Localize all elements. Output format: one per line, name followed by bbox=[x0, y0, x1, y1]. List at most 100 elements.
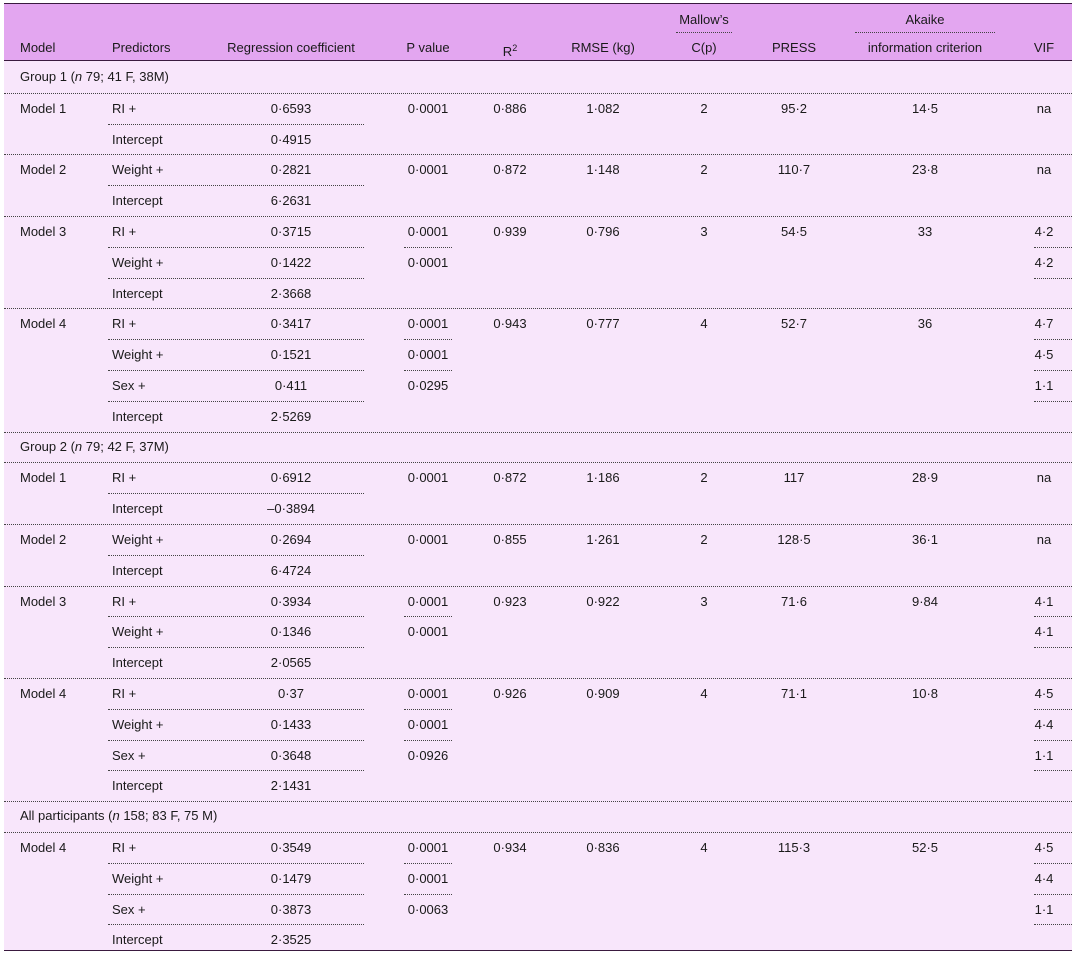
mallows-cp-value: 3 bbox=[700, 224, 708, 239]
r2-value: 0·886 bbox=[493, 100, 527, 116]
r2-value: 0·926 bbox=[493, 686, 527, 701]
row-divider bbox=[108, 493, 364, 495]
regression-coefficient: 0·1479 bbox=[270, 870, 312, 886]
predictor: Intercept bbox=[112, 655, 163, 671]
regression-coefficient: 0·1422 bbox=[270, 254, 312, 270]
row-divider bbox=[1034, 370, 1072, 371]
vif-value: 4·1 bbox=[1034, 624, 1054, 640]
regression-coefficient: 0·1433 bbox=[270, 716, 312, 732]
press-value: 71·6 bbox=[780, 593, 808, 609]
predictor: Weight + bbox=[112, 624, 164, 640]
predictor: Intercept bbox=[112, 131, 163, 147]
row-divider bbox=[108, 893, 364, 895]
aic-value: 52·5 bbox=[911, 840, 939, 855]
row-divider bbox=[1034, 616, 1072, 618]
mallows-cp-value: 2 bbox=[700, 532, 708, 547]
regression-coefficient: 2·5269 bbox=[270, 408, 312, 424]
aic-value: 36·1 bbox=[911, 532, 939, 547]
header-akaike: Akaike bbox=[905, 12, 945, 27]
row-divider bbox=[108, 185, 364, 187]
rmse-value: 1·261 bbox=[586, 532, 620, 547]
rmse-value: 0·922 bbox=[586, 593, 620, 609]
row-divider bbox=[108, 739, 364, 741]
row-divider bbox=[1034, 924, 1072, 926]
row-divider bbox=[108, 924, 364, 926]
row-divider bbox=[108, 862, 364, 864]
predictor: Weight + bbox=[112, 870, 164, 886]
model-name: Model 1 bbox=[20, 470, 67, 486]
rmse-value: 0·909 bbox=[586, 686, 620, 701]
regression-coefficient: 0·3934 bbox=[270, 593, 312, 609]
vif-value: 4·5 bbox=[1034, 347, 1054, 363]
row-divider bbox=[1034, 277, 1072, 279]
row-divider bbox=[4, 832, 1072, 833]
vif-value: 1·1 bbox=[1034, 901, 1054, 917]
regression-coefficient: 0·3648 bbox=[270, 747, 312, 763]
vif-value: 1·1 bbox=[1034, 747, 1054, 763]
regression-coefficient: 0·3417 bbox=[270, 316, 312, 332]
header-p-value: P value bbox=[406, 40, 450, 55]
predictor: Intercept bbox=[112, 193, 163, 209]
vif-value: 4·2 bbox=[1034, 224, 1054, 239]
rmse-value: 1·082 bbox=[586, 100, 620, 116]
predictor: RI + bbox=[112, 470, 137, 486]
vif-value: 4·5 bbox=[1034, 840, 1054, 855]
row-divider bbox=[1034, 770, 1072, 772]
rmse-value: 1·148 bbox=[586, 162, 620, 178]
row-divider bbox=[4, 92, 1072, 94]
regression-coefficient: 0·3873 bbox=[270, 901, 312, 917]
row-divider bbox=[108, 246, 364, 248]
header-model: Model bbox=[20, 40, 56, 55]
r2-value: 0·943 bbox=[493, 316, 527, 332]
row-divider bbox=[108, 123, 364, 125]
model-name: Model 4 bbox=[20, 840, 67, 855]
predictor: RI + bbox=[112, 316, 137, 332]
row-divider bbox=[108, 616, 364, 618]
p-value: 0·0001 bbox=[407, 686, 449, 701]
regression-coefficient: 0·411 bbox=[274, 378, 308, 393]
header-press: PRESS bbox=[771, 40, 817, 55]
row-divider bbox=[4, 462, 1072, 464]
p-value: 0·0001 bbox=[407, 224, 449, 239]
p-value: 0·0001 bbox=[407, 624, 449, 640]
row-divider bbox=[108, 554, 364, 556]
p-value: 0·0063 bbox=[407, 901, 449, 917]
row-divider bbox=[4, 678, 1072, 679]
vif-value: 4·4 bbox=[1034, 716, 1054, 732]
mallows-cp-value: 3 bbox=[700, 593, 708, 609]
regression-coefficient: 0·37 bbox=[277, 686, 305, 701]
press-value: 52·7 bbox=[780, 316, 808, 332]
predictor: Sex + bbox=[112, 901, 146, 917]
row-divider bbox=[4, 431, 1072, 433]
model-name: Model 3 bbox=[20, 593, 67, 609]
r2-value: 0·934 bbox=[493, 840, 527, 855]
aic-value: 23·8 bbox=[911, 162, 939, 178]
group-label: All participants (n 158; 83 F, 75 M) bbox=[20, 808, 218, 824]
aic-value: 36 bbox=[917, 316, 933, 332]
predictor: Intercept bbox=[112, 562, 163, 578]
regression-coefficient: 0·1346 bbox=[270, 624, 312, 640]
p-value: 0·0001 bbox=[407, 347, 449, 363]
row-divider bbox=[404, 246, 452, 248]
predictor: RI + bbox=[112, 593, 137, 609]
regression-coefficient: 6·2631 bbox=[270, 193, 312, 209]
model-name: Model 2 bbox=[20, 532, 67, 547]
press-value: 95·2 bbox=[780, 100, 808, 116]
vif-value: 4·1 bbox=[1034, 593, 1054, 609]
aic-value: 33 bbox=[917, 224, 933, 239]
p-value: 0·0001 bbox=[407, 593, 449, 609]
row-divider bbox=[4, 154, 1072, 156]
regression-coefficient: 0·6593 bbox=[270, 100, 312, 116]
predictor: Intercept bbox=[112, 778, 163, 794]
model-name: Model 4 bbox=[20, 686, 67, 701]
row-divider bbox=[4, 801, 1072, 803]
press-value: 115·3 bbox=[777, 840, 811, 855]
mallows-cp-value: 2 bbox=[700, 100, 708, 116]
row-divider bbox=[108, 770, 364, 772]
row-divider bbox=[1034, 339, 1072, 341]
regression-coefficient: 0·4915 bbox=[270, 131, 312, 147]
row-divider bbox=[108, 277, 364, 279]
row-divider bbox=[108, 370, 364, 371]
predictor: RI + bbox=[112, 686, 137, 701]
rmse-value: 0·796 bbox=[586, 224, 620, 239]
